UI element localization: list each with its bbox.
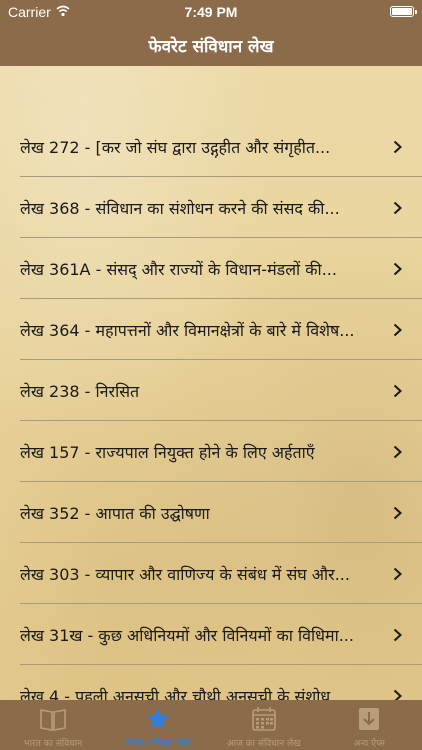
download-icon	[359, 708, 380, 730]
list-item-label: लेख 31ख - कुछ अधिनियमों और विनियमों का व…	[20, 626, 354, 645]
book-icon	[39, 709, 66, 731]
list-item-label: लेख 303 - व्यापार और वाणिज्य के संबंध मे…	[20, 565, 350, 584]
list-item[interactable]: लेख 361A - संसद् और राज्यों के विधान-मंड…	[20, 238, 422, 299]
tab-constitution[interactable]: भारत का संविधान	[0, 700, 106, 750]
favorites-list: लेख 272 - [कर जो संघ द्वारा उद्गृहीत और …	[0, 116, 422, 700]
chevron-right-icon	[393, 628, 402, 642]
tab-other-apps[interactable]: अन्य ऐप्स	[317, 700, 422, 750]
list-item[interactable]: लेख 4 - पहली अनुसूची और चौथी अनुसूची के …	[20, 665, 422, 700]
chevron-right-icon	[393, 384, 402, 398]
tab-today[interactable]: आज का संविधान लेख	[211, 700, 317, 750]
star-icon	[147, 708, 170, 729]
chevron-right-icon	[393, 445, 402, 459]
status-bar: Carrier 7:49 PM	[0, 0, 422, 24]
list-item-label: लेख 368 - संविधान का संशोधन करने की संसद…	[20, 199, 340, 218]
list-item[interactable]: लेख 368 - संविधान का संशोधन करने की संसद…	[20, 177, 422, 238]
page-title: फेवरेट संविधान लेख	[148, 36, 274, 57]
tab-favorites[interactable]: फेवरेट संविधान लेख	[106, 700, 212, 750]
list-item-label: लेख 238 - निरसित	[20, 382, 140, 401]
list-item[interactable]: लेख 31ख - कुछ अधिनियमों और विनियमों का व…	[20, 604, 422, 665]
battery-icon	[390, 6, 417, 17]
list-item-label: लेख 272 - [कर जो संघ द्वारा उद्गृहीत और …	[20, 138, 331, 157]
tab-bar: भारत का संविधान फेवरेट संविधान लेख आज का…	[0, 700, 422, 750]
list-item-label: लेख 4 - पहली अनुसूची और चौथी अनुसूची के …	[20, 687, 346, 700]
navigation-bar: फेवरेट संविधान लेख	[0, 24, 422, 66]
list-item-label: लेख 361A - संसद् और राज्यों के विधान-मंड…	[20, 260, 337, 279]
chevron-right-icon	[393, 506, 402, 520]
chevron-right-icon	[393, 567, 402, 581]
calendar-icon	[251, 707, 276, 731]
list-item-label: लेख 352 - आपात की उद्घोषणा	[20, 504, 210, 523]
clock: 7:49 PM	[184, 4, 238, 20]
list-item[interactable]: लेख 352 - आपात की उद्घोषणा	[20, 482, 422, 543]
tab-label: आज का संविधान लेख	[227, 739, 301, 749]
chevron-right-icon	[393, 689, 402, 700]
chevron-right-icon	[393, 201, 402, 215]
list-item[interactable]: लेख 157 - राज्यपाल नियुक्त होने के लिए अ…	[20, 421, 422, 482]
favorites-list-container[interactable]: लेख 272 - [कर जो संघ द्वारा उद्गृहीत और …	[0, 66, 422, 700]
list-item[interactable]: लेख 364 - महापत्तनों और विमानक्षेत्रों क…	[20, 299, 422, 360]
list-item[interactable]: लेख 272 - [कर जो संघ द्वारा उद्गृहीत और …	[20, 116, 422, 177]
list-item[interactable]: लेख 303 - व्यापार और वाणिज्य के संबंध मे…	[20, 543, 422, 604]
list-item-label: लेख 157 - राज्यपाल नियुक्त होने के लिए अ…	[20, 443, 315, 462]
chevron-right-icon	[393, 262, 402, 276]
list-item[interactable]: लेख 238 - निरसित	[20, 360, 422, 421]
tab-label: अन्य ऐप्स	[353, 739, 386, 749]
list-item-label: लेख 364 - महापत्तनों और विमानक्षेत्रों क…	[20, 321, 355, 340]
chevron-right-icon	[393, 140, 402, 154]
tab-label: भारत का संविधान	[23, 739, 83, 749]
tab-label: फेवरेट संविधान लेख	[125, 739, 192, 749]
chevron-right-icon	[393, 323, 402, 337]
